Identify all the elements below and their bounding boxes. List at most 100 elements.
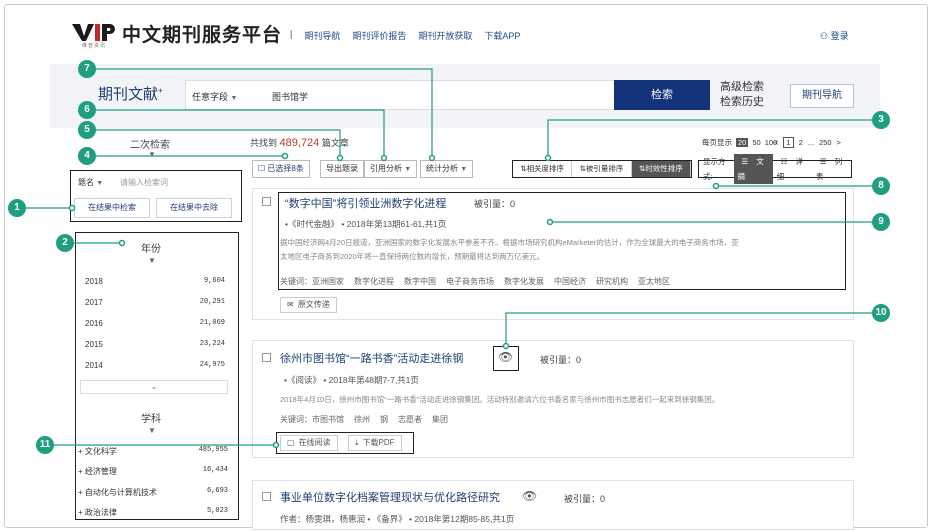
year-item[interactable]: 2015 23,224 [85,340,225,349]
top-nav: | 期刊导航 期刊评价报告 期刊开放获取 下载APP [290,29,520,42]
triangle-down-icon: ▼ [148,426,156,435]
list-icon: ☰ [819,157,827,166]
advanced-search-link[interactable]: 高级检索 [720,80,764,95]
keyword-link[interactable]: 集团 [432,414,448,425]
subject-item[interactable]: + 经济管理 16,434 [78,466,228,477]
sort-relevance[interactable]: ⇅相关度排序 [513,161,573,177]
display-abstract[interactable]: ☰ 文摘 [733,154,773,184]
read-online-label: 在线阅读 [298,438,331,447]
nav-download-app[interactable]: 下载APP [484,29,520,42]
secondary-field-select[interactable]: 题名 ▼ [78,177,103,188]
search-within-button[interactable]: 在结果中检索 [74,198,150,218]
page-link[interactable]: 250 [819,138,832,147]
result-title[interactable]: 事业单位数字化档案管理现状与优化路径研究 [280,489,500,505]
citation-analysis-dropdown[interactable]: 引用分析 ▼ [364,160,418,178]
keyword-link[interactable]: 研究机构 [596,276,628,287]
secondary-search-input[interactable]: 请输入检索词 [120,177,168,188]
selected-count[interactable]: ☐ 已选择8条 [252,160,310,178]
page-link[interactable]: 1 [783,137,794,148]
sort-options: ⇅相关度排序 ⇅被引量排序 ⇅时效性排序 [512,160,692,178]
subject-count: 5,023 [206,507,228,515]
result-source[interactable]: 作者：杨雯琪，杨惠润 • 《备界》 • 2018年第12期85-85,共1页 [280,513,514,525]
keyword-link[interactable]: 市图书馆 [312,414,344,425]
nav-journal-guide[interactable]: 期刊导航 [304,29,340,42]
search-input[interactable]: 图书馆学 [272,90,308,103]
eye-icon[interactable]: 👁 [498,350,513,364]
result-title[interactable]: “数字中国”将引领业洲数字化进程 [285,195,446,211]
result-checkbox[interactable] [262,492,271,501]
year-item[interactable]: 2017 20,291 [85,298,225,307]
per-page-option[interactable]: 20 [736,138,749,147]
export-button[interactable]: 导出题录 [320,160,364,178]
stats-analysis-dropdown[interactable]: 统计分析 ▼ [420,160,474,178]
keyword-link[interactable]: 数字中国 [404,276,436,287]
eye-icon[interactable]: 👁 [522,489,537,503]
next-page-icon[interactable]: > [837,138,841,147]
document-delivery-button[interactable]: ✉ 原文传递 [280,297,337,313]
page-link[interactable]: 2 [799,138,803,147]
stats-label: 统计分析 [426,164,458,173]
sort-relevance-label: 相关度排序 [526,164,565,173]
search-history-link[interactable]: 检索历史 [720,95,764,110]
callout-6: 6 [78,101,96,119]
display-list[interactable]: ☰ 列表 [812,154,851,184]
year-count: 20,291 [199,298,225,306]
nav-separator: | [290,29,293,39]
nav-open-access[interactable]: 期刊开放获取 [418,29,472,42]
keywords: 关键词： 市图书馆 徐州 钢 志愿者 集团 [280,414,448,425]
chevron-down-icon: ⌄ [150,382,158,391]
search-links: 高级检索 检索历史 [720,80,764,110]
expand-years-button[interactable]: ⌄ [80,380,228,394]
subject-label: 文化科学 [84,447,117,456]
citation-label: 引用分析 [370,164,402,173]
year-item[interactable]: 2014 24,975 [85,361,225,370]
result-source[interactable]: •《时代金融》 • 2018年第13期61-61,共1页 [285,218,446,230]
sort-citations[interactable]: ⇅被引量排序 [572,161,632,177]
citation-count: 被引量：0 [564,494,606,504]
subject-item[interactable]: + 政治法律 5,023 [78,507,228,518]
keyword-link[interactable]: 志愿者 [398,414,422,425]
chevron-down-icon: ▼ [404,166,412,173]
result-title[interactable]: 徐州市图书馆“一路书香”活动走进徐钢 [280,350,463,366]
journal-nav-button[interactable]: 期刊导航 [790,84,854,108]
sort-recency[interactable]: ⇅时效性排序 [631,161,691,177]
logo-subtitle: 维普资讯 [82,43,107,49]
result-source[interactable]: •《阅读》 • 2018年第48期7-7,共1页 [284,374,419,386]
keyword-link[interactable]: 徐州 [354,414,370,425]
search-field-select[interactable]: 任意字段 ▼ [192,90,237,103]
year-item[interactable]: 2018 9,604 [85,277,225,286]
subject-item[interactable]: + 文化科学 485,955 [78,446,228,457]
result-checkbox[interactable] [262,353,271,362]
keyword-link[interactable]: 数字化进程 [354,276,394,287]
per-page-option[interactable]: 50 [752,138,760,147]
user-icon: ⚇ [820,31,829,41]
keyword-link[interactable]: 钢 [380,414,388,425]
result-checkbox[interactable] [262,197,271,206]
display-detail[interactable]: ☷ 详细 [773,154,812,184]
download-pdf-button[interactable]: ⤓ 下载PDF [348,435,402,451]
keyword-link[interactable]: 亚太地区 [638,276,670,287]
subject-item[interactable]: + 自动化与计算机技术 6,693 [78,487,228,498]
callout-8: 8 [872,177,890,195]
search-button[interactable]: 检索 [614,80,710,110]
prev-page-icon[interactable]: < [774,138,778,147]
keyword-link[interactable]: 亚洲国家 [312,276,344,287]
secondary-search-label[interactable]: 二次检索 [130,136,170,151]
year-item[interactable]: 2016 21,069 [85,319,225,328]
callout-7: 7 [78,60,96,78]
read-online-button[interactable]: ▢ 在线阅读 [280,435,338,451]
callout-10: 10 [872,304,890,322]
search-box[interactable] [185,80,615,110]
year-label: 2014 [85,361,103,370]
field-label: 任意字段 [192,92,229,102]
keyword-link[interactable]: 电子商务市场 [446,276,494,287]
keyword-link[interactable]: 数字化发展 [504,276,544,287]
plus-icon: + [78,508,85,517]
keyword-link[interactable]: 中国经济 [554,276,586,287]
subject-label: 经济管理 [84,467,117,476]
exclude-button[interactable]: 在结果中去除 [156,198,232,218]
subject-facet-title: 学科 [141,414,161,425]
nav-evaluation-report[interactable]: 期刊评价报告 [352,29,406,42]
login-link[interactable]: ⚇ 登录 [820,29,849,42]
secondary-field-label: 题名 [78,178,94,187]
